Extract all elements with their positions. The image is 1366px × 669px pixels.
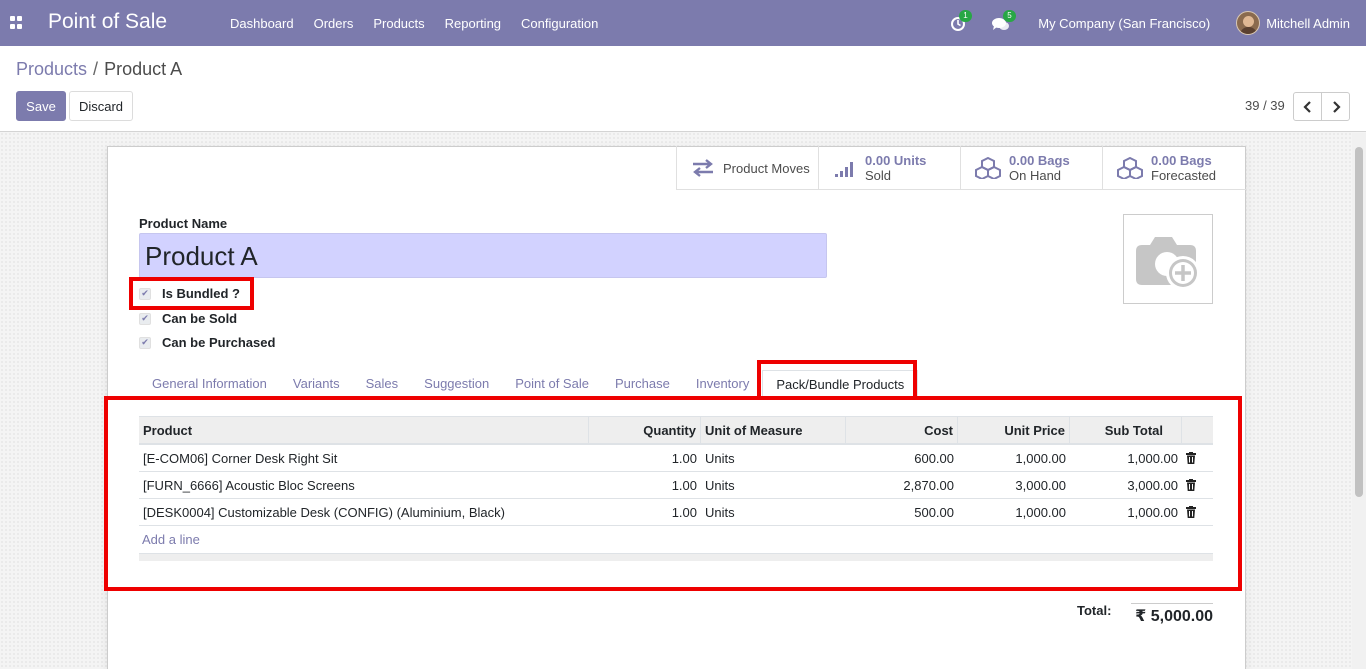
camera-plus-icon — [1136, 237, 1200, 290]
can-be-purchased-checkbox[interactable]: ✔ — [139, 336, 151, 349]
can-be-sold-row: ✔ Can be Sold — [139, 311, 237, 326]
pager-value[interactable]: 39 / 39 — [1245, 98, 1285, 113]
discard-button[interactable]: Discard — [69, 91, 133, 121]
chevron-left-icon — [1302, 100, 1311, 113]
pack-bundle-tab-highlight-box — [757, 360, 917, 400]
tab-point-of-sale[interactable]: Point of Sale — [502, 370, 602, 397]
top-navbar: Point of Sale Dashboard Orders Products … — [0, 0, 1366, 46]
total-value: ₹ 5,000.00 — [1131, 603, 1213, 626]
units-sold-button[interactable]: 0.00 Units Sold — [818, 146, 960, 190]
menu-configuration[interactable]: Configuration — [511, 16, 608, 31]
units-sold-label: Sold — [865, 168, 892, 183]
messages-chat-icon[interactable]: 5 — [992, 10, 1016, 33]
signal-bars-icon — [835, 162, 853, 177]
units-sold-value: 0.00 Units — [865, 153, 927, 168]
product-image-upload[interactable] — [1123, 214, 1213, 304]
breadcrumb-current: Product A — [104, 59, 183, 79]
can-be-purchased-label: Can be Purchased — [162, 335, 276, 350]
menu-orders[interactable]: Orders — [304, 16, 364, 31]
tab-purchase[interactable]: Purchase — [602, 370, 683, 397]
forecasted-label: Forecasted — [1151, 168, 1217, 183]
pager-next-button[interactable] — [1321, 92, 1350, 121]
scrollbar-thumb[interactable] — [1355, 147, 1363, 497]
activity-badge: 1 — [959, 10, 972, 22]
app-title[interactable]: Point of Sale — [48, 10, 167, 34]
vertical-scrollbar[interactable] — [1352, 133, 1366, 669]
tab-suggestion[interactable]: Suggestion — [411, 370, 502, 397]
total-label: Total: — [1077, 603, 1112, 618]
tab-variants[interactable]: Variants — [280, 370, 353, 397]
tab-inventory[interactable]: Inventory — [683, 370, 762, 397]
product-name-label: Product Name — [139, 216, 228, 231]
cubes-icon — [975, 157, 1001, 179]
save-button[interactable]: Save — [16, 91, 66, 121]
menu-products[interactable]: Products — [363, 16, 434, 31]
on-hand-label: On Hand — [1009, 168, 1062, 183]
menu-dashboard[interactable]: Dashboard — [220, 16, 304, 31]
is-bundled-highlight-box — [129, 277, 254, 310]
breadcrumb-separator: / — [93, 59, 99, 79]
user-avatar[interactable] — [1236, 11, 1261, 35]
tab-general-information[interactable]: General Information — [139, 370, 280, 397]
breadcrumb: Products / Product A — [16, 59, 182, 80]
bundle-table-highlight-box — [104, 396, 1242, 591]
chevron-right-icon — [1332, 100, 1341, 113]
messages-badge: 5 — [1003, 10, 1016, 22]
activity-clock-icon[interactable]: 1 — [950, 10, 972, 33]
product-name-input[interactable]: Product A — [139, 233, 827, 278]
can-be-sold-checkbox[interactable]: ✔ — [139, 312, 151, 325]
user-menu[interactable]: Mitchell Admin — [1266, 16, 1350, 31]
pager-previous-button[interactable] — [1293, 92, 1322, 121]
tab-sales[interactable]: Sales — [353, 370, 412, 397]
exchange-arrows-icon — [693, 159, 713, 177]
on-hand-value: 0.00 Bags — [1009, 153, 1070, 168]
forecasted-value: 0.00 Bags — [1151, 153, 1212, 168]
smart-button-box: Product Moves 0.00 Units Sold 0.00 Bags … — [676, 146, 1246, 190]
main-menu: Dashboard Orders Products Reporting Conf… — [220, 0, 608, 46]
can-be-sold-label: Can be Sold — [162, 311, 238, 326]
can-be-purchased-row: ✔ Can be Purchased — [139, 335, 275, 350]
notebook-tabs: General Information Variants Sales Sugge… — [139, 370, 1213, 398]
forecasted-button[interactable]: 0.00 Bags Forecasted — [1102, 146, 1244, 190]
breadcrumb-products-link[interactable]: Products — [16, 59, 87, 79]
on-hand-button[interactable]: 0.00 Bags On Hand — [960, 146, 1102, 190]
product-moves-button[interactable]: Product Moves — [676, 146, 818, 190]
cubes-icon — [1117, 157, 1143, 179]
company-switcher[interactable]: My Company (San Francisco) — [1038, 16, 1210, 31]
apps-menu-icon[interactable] — [10, 16, 23, 29]
product-moves-label: Product Moves — [723, 160, 810, 176]
menu-reporting[interactable]: Reporting — [435, 16, 511, 31]
